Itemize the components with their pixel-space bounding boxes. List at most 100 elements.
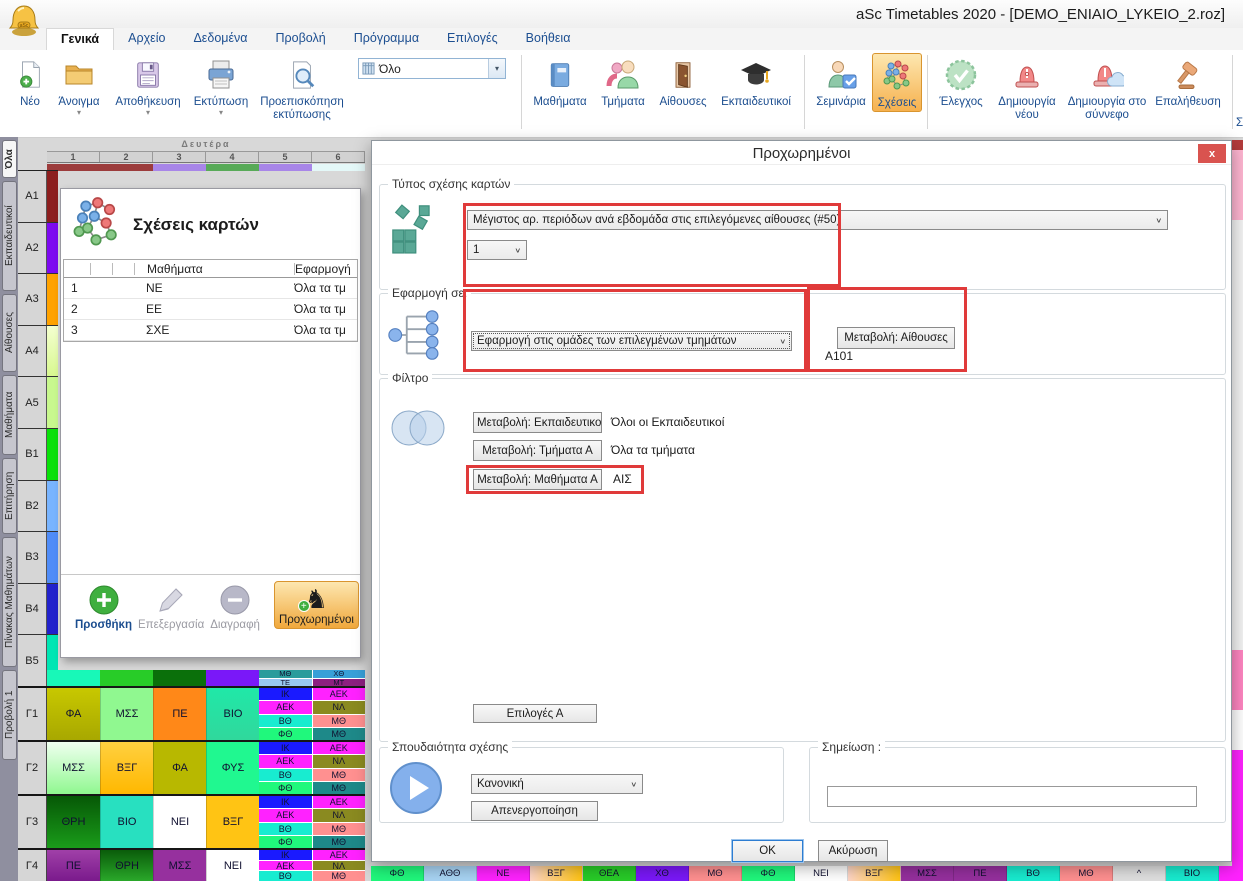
lesson-card-small[interactable]: ΝΛ xyxy=(313,861,366,871)
new-button[interactable]: Νέο xyxy=(10,53,50,110)
lesson-card-small[interactable]: ΒΘ xyxy=(259,823,312,835)
lesson-card-small[interactable]: ΜΘ xyxy=(689,866,742,881)
lesson-card[interactable]: ΒΙΟ xyxy=(100,796,153,848)
relations-table-row[interactable]: 3 ΣΧΕ Όλα τα τμ xyxy=(64,320,357,341)
lesson-card-small[interactable]: ΙΚ xyxy=(259,796,312,808)
lesson-card-small[interactable]: ΑΕΚ xyxy=(259,861,312,871)
print-button[interactable]: Εκτύπωση ▾ xyxy=(188,53,254,118)
lesson-card-small[interactable]: ΜΘ xyxy=(313,836,366,848)
lesson-card-small[interactable]: ΙΚ xyxy=(259,850,312,860)
lesson-card-small[interactable]: ΧΘ xyxy=(636,866,689,881)
lesson-card[interactable]: ΠΕ xyxy=(153,688,206,740)
advanced-button[interactable]: ♞+ Προχωρημένοι xyxy=(274,581,359,629)
lesson-card[interactable]: ΘΡΗ xyxy=(47,796,100,848)
lesson-card[interactable] xyxy=(206,670,259,686)
lesson-card[interactable]: ΒΙΟ xyxy=(206,688,259,740)
options-a-button[interactable]: Επιλογές Α xyxy=(473,704,597,723)
lesson-card-small[interactable]: ΑΕΚ xyxy=(313,796,366,808)
generate-cloud-button[interactable]: Δημιουργία στο σύννεφο xyxy=(1065,53,1149,123)
lesson-card[interactable] xyxy=(153,670,206,686)
lesson-card-small[interactable]: ΒΘ xyxy=(259,871,312,881)
menu-schedule[interactable]: Πρόγραμμα xyxy=(340,28,433,50)
lesson-card-small[interactable]: ΜΘ xyxy=(313,871,366,881)
sidebar-tab-subject-table[interactable]: Πίνακας Μαθημάτων xyxy=(2,537,17,667)
lesson-card-small[interactable]: ΦΘ xyxy=(371,866,424,881)
add-relation-button[interactable]: Προσθήκη xyxy=(75,581,132,631)
lesson-card[interactable]: ΦΑ xyxy=(47,688,100,740)
menu-help[interactable]: Βοήθεια xyxy=(512,28,585,50)
lesson-card-small[interactable]: ΑΕΚ xyxy=(313,850,366,860)
lesson-card-small[interactable]: ΑΕΚ xyxy=(313,688,366,700)
sidebar-tab-teachers[interactable]: Εκπαιδευτικοί xyxy=(2,181,17,291)
lesson-card[interactable]: ΒΞΓ xyxy=(206,796,259,848)
lesson-card[interactable] xyxy=(100,670,153,686)
check-button[interactable]: Έλεγχος xyxy=(933,53,989,110)
sidebar-tab-rooms[interactable]: Αίθουσες xyxy=(2,294,17,372)
lesson-card-small[interactable]: ΑΘΘ xyxy=(424,866,477,881)
school-button[interactable]: Σχολείο xyxy=(1238,53,1243,110)
lesson-card-small[interactable]: ΝΛ xyxy=(313,755,366,767)
relations-button[interactable]: Σχέσεις xyxy=(872,53,922,112)
edit-relation-button[interactable]: Επεξεργασία xyxy=(138,581,204,631)
lesson-card-small[interactable]: ΒΙΟ xyxy=(1166,866,1219,881)
relations-table-row[interactable]: 2 ΕΕ Όλα τα τμ xyxy=(64,299,357,320)
subjects-button[interactable]: Μαθήματα xyxy=(527,53,593,110)
ok-button[interactable]: OK xyxy=(732,840,803,862)
lesson-card-small[interactable]: ΦΘ xyxy=(259,782,312,794)
column-apply[interactable]: Εφαρμογή xyxy=(294,263,357,275)
lesson-card-small[interactable]: ΝΕ xyxy=(477,866,530,881)
rooms-button[interactable]: Αίθουσες xyxy=(653,53,713,110)
menu-general[interactable]: Γενικά xyxy=(46,28,114,50)
lesson-card-small[interactable]: ΒΘ xyxy=(259,769,312,781)
period-count-select[interactable]: 1 ∨ xyxy=(467,240,527,260)
generate-new-button[interactable]: Δημιουργία νέου xyxy=(989,53,1065,123)
change-subjects-button[interactable]: Μεταβολή: Μαθήματα Α xyxy=(473,469,602,490)
note-input[interactable] xyxy=(827,786,1197,807)
view-select[interactable]: Όλο ▾ xyxy=(358,58,506,79)
relation-type-select[interactable]: Μέγιστος αρ. περιόδων ανά εβδομάδα στις … xyxy=(467,210,1168,230)
sidebar-tab-all[interactable]: Όλα xyxy=(2,140,17,178)
lesson-card-small[interactable]: ΙΚ xyxy=(259,688,312,700)
delete-relation-button[interactable]: Διαγραφή xyxy=(210,581,260,631)
lesson-card-small[interactable]: ΑΕΚ xyxy=(313,742,366,754)
lesson-card-small[interactable]: ΜΘ xyxy=(1060,866,1113,881)
sidebar-tab-view1[interactable]: Προβολή 1 xyxy=(2,670,17,760)
change-teachers-button[interactable]: Μεταβολή: Εκπαιδευτικοί Α xyxy=(473,412,602,433)
lesson-card-small[interactable]: ΜΘ xyxy=(313,823,366,835)
menu-data[interactable]: Δεδομένα xyxy=(179,28,261,50)
verify-button[interactable]: Επαλήθευση xyxy=(1149,53,1227,110)
lesson-card-small[interactable]: ΒΞΓ xyxy=(848,866,901,881)
dropdown-arrow-icon[interactable]: ▾ xyxy=(146,109,150,117)
lesson-card-small[interactable]: ΜΘ xyxy=(313,769,366,781)
open-button[interactable]: Άνοιγμα ▾ xyxy=(50,53,108,118)
lesson-card-small[interactable]: ΒΞΓ xyxy=(530,866,583,881)
teachers-button[interactable]: Εκπαιδευτικοί xyxy=(713,53,799,110)
lesson-card-small[interactable]: ΦΘ xyxy=(259,728,312,740)
lesson-card[interactable] xyxy=(47,670,100,686)
lesson-card-small[interactable]: ^ xyxy=(1113,866,1166,881)
change-classes-button[interactable]: Μεταβολή: Τμήματα Α xyxy=(473,440,602,461)
lesson-card-small[interactable]: ΜΘ xyxy=(313,715,366,727)
cancel-button[interactable]: Ακύρωση xyxy=(818,840,888,862)
lesson-card-small[interactable]: ΠΕ xyxy=(954,866,1007,881)
lesson-card[interactable]: ΜΣΣ xyxy=(153,850,206,881)
lesson-card-small[interactable]: ΙΚ xyxy=(259,742,312,754)
lesson-card-small[interactable]: ΜΤ xyxy=(313,679,366,687)
lesson-card[interactable]: ΘΡΗ xyxy=(100,850,153,881)
dropdown-arrow-icon[interactable]: ▾ xyxy=(77,109,81,117)
column-subjects[interactable]: Μαθήματα xyxy=(134,263,294,275)
importance-select[interactable]: Κανονική ∨ xyxy=(471,774,643,794)
classes-button[interactable]: Τμήματα xyxy=(593,53,653,110)
lesson-card-small[interactable]: ΘΕΑ xyxy=(583,866,636,881)
dropdown-arrow-icon[interactable]: ▾ xyxy=(219,109,223,117)
seminars-button[interactable]: Σεμινάρια xyxy=(810,53,872,110)
lesson-card-small[interactable]: ΑΕΚ xyxy=(259,701,312,713)
lesson-card-small[interactable]: ΜΘ xyxy=(259,670,312,678)
lesson-card[interactable]: ΦΑ xyxy=(153,742,206,794)
sid ebar-tab-subjects[interactable]: Μαθήματα xyxy=(2,375,17,455)
disable-button[interactable]: Απενεργοποίηση xyxy=(471,801,598,821)
lesson-card-small[interactable]: ΤΕ xyxy=(259,679,312,687)
lesson-card-small[interactable]: ΧΘ xyxy=(313,670,366,678)
lesson-card-small[interactable]: ΝΛ xyxy=(313,809,366,821)
menu-options[interactable]: Επιλογές xyxy=(433,28,512,50)
